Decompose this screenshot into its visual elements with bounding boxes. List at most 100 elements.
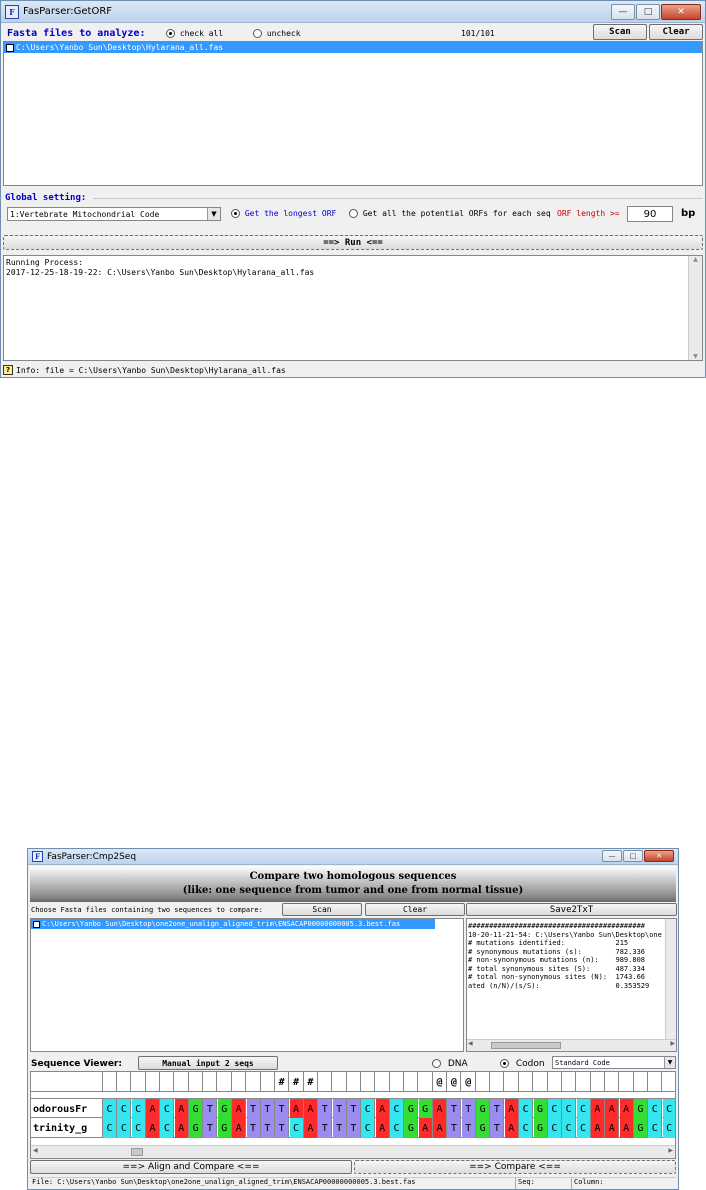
marker-cell[interactable] — [648, 1072, 663, 1092]
seq-row-1[interactable]: odorousFr CCCACAGTGATTTAATTTCACGGATTGTAC… — [31, 1098, 675, 1119]
base-cell[interactable]: C — [562, 1118, 577, 1138]
base-cell[interactable]: A — [303, 1118, 318, 1138]
minimize-icon[interactable]: — — [611, 4, 635, 20]
base-cell[interactable]: C — [390, 1118, 404, 1138]
sequence-grid[interactable]: # # # @ @ @ odorousFr CCCACAGTGATTTAATTTCACGG… — [30, 1071, 676, 1159]
scroll-thumb[interactable] — [491, 1042, 561, 1049]
base-cell[interactable]: C — [547, 1099, 562, 1119]
base-cell[interactable]: A — [433, 1118, 448, 1138]
base-cell[interactable]: T — [461, 1099, 476, 1119]
align-compare-button[interactable]: ==> Align and Compare <== — [30, 1160, 352, 1174]
marker-cell[interactable] — [591, 1072, 605, 1092]
base-cell[interactable]: C — [519, 1099, 534, 1119]
base-cell[interactable]: A — [619, 1118, 634, 1138]
base-cell[interactable]: A — [375, 1099, 390, 1119]
marker-cell[interactable] — [103, 1072, 117, 1092]
base-cell[interactable]: A — [174, 1099, 189, 1119]
marker-cell[interactable] — [318, 1072, 333, 1092]
results-box[interactable]: ########################################… — [466, 918, 677, 1052]
base-cell[interactable]: C — [131, 1099, 146, 1119]
marker-cell[interactable] — [189, 1072, 204, 1092]
base-cell[interactable]: A — [605, 1118, 620, 1138]
scan-button[interactable]: Scan — [593, 24, 647, 40]
base-cell[interactable]: G — [476, 1118, 491, 1138]
marker-cell[interactable]: @ — [447, 1072, 462, 1092]
genetic-code-select[interactable]: 1:Vertebrate Mitochondrial Code ▼ — [7, 207, 221, 221]
title-bar[interactable]: F FasParser:GetORF — □ ✕ — [1, 1, 705, 23]
dna-radio[interactable]: DNA — [432, 1059, 468, 1069]
clear-button[interactable]: Clear — [649, 24, 703, 40]
all-orfs-radio[interactable]: Get all the potential ORFs for each seq — [349, 209, 551, 218]
base-cell[interactable]: C — [160, 1118, 175, 1138]
maximize-icon[interactable]: □ — [636, 4, 660, 20]
base-cell[interactable]: T — [203, 1099, 218, 1119]
base-cell[interactable]: T — [318, 1099, 333, 1119]
base-cell[interactable]: G — [633, 1118, 648, 1138]
marker-cell[interactable] — [247, 1072, 261, 1092]
marker-cell[interactable]: # — [290, 1072, 304, 1092]
base-cell[interactable]: C — [662, 1099, 675, 1119]
base-cell[interactable]: T — [260, 1118, 275, 1138]
base-cell[interactable]: G — [217, 1118, 232, 1138]
base-cell[interactable]: T — [346, 1118, 361, 1138]
base-cell[interactable]: G — [217, 1099, 232, 1119]
base-cell[interactable]: G — [476, 1099, 491, 1119]
scroll-down-icon[interactable]: ▼ — [689, 353, 702, 360]
scroll-left-icon[interactable]: ◀ — [468, 1040, 473, 1047]
marker-cell[interactable] — [117, 1072, 132, 1092]
base-cell[interactable]: A — [146, 1118, 161, 1138]
marker-cell[interactable] — [634, 1072, 648, 1092]
scroll-right-icon[interactable]: ▶ — [668, 1147, 673, 1154]
marker-cell[interactable] — [620, 1072, 634, 1092]
base-cell[interactable]: G — [418, 1099, 433, 1119]
file-list[interactable]: ✓ C:\Users\Yanbo Sun\Desktop\one2one_una… — [30, 918, 464, 1052]
base-cell[interactable]: C — [576, 1099, 591, 1119]
results-hscroll[interactable]: ◀ ▶ — [467, 1039, 676, 1051]
base-cell[interactable]: A — [605, 1099, 620, 1119]
base-cell[interactable]: C — [648, 1099, 663, 1119]
marker-cell[interactable] — [505, 1072, 519, 1092]
base-cell[interactable]: A — [619, 1099, 634, 1119]
base-cell[interactable]: C — [547, 1118, 562, 1138]
base-cell[interactable]: G — [404, 1099, 419, 1119]
chevron-down-icon[interactable]: ▼ — [207, 208, 220, 220]
base-cell[interactable]: T — [346, 1099, 361, 1119]
marker-cell[interactable] — [160, 1072, 175, 1092]
base-cell[interactable]: C — [131, 1118, 146, 1138]
base-cell[interactable]: T — [318, 1118, 333, 1138]
base-cell[interactable]: T — [461, 1118, 476, 1138]
base-cell[interactable]: T — [490, 1099, 505, 1119]
base-cell[interactable]: G — [633, 1099, 648, 1119]
close-icon[interactable]: ✕ — [661, 4, 701, 20]
base-cell[interactable]: C — [103, 1118, 117, 1138]
list-item[interactable]: ✓ C:\Users\Yanbo Sun\Desktop\Hylarana_al… — [4, 42, 702, 53]
base-cell[interactable]: A — [418, 1118, 433, 1138]
run-button[interactable]: ==> Run <== — [3, 235, 703, 250]
manual-input-button[interactable]: Manual input 2 seqs — [138, 1056, 278, 1070]
marker-cell[interactable] — [404, 1072, 419, 1092]
marker-cell[interactable] — [333, 1072, 347, 1092]
marker-cell[interactable] — [519, 1072, 534, 1092]
checkbox-icon[interactable]: ✓ — [33, 920, 40, 928]
base-cell[interactable]: C — [519, 1118, 534, 1138]
base-cell[interactable]: A — [504, 1118, 519, 1138]
marker-cell[interactable] — [390, 1072, 404, 1092]
base-cell[interactable]: G — [189, 1118, 204, 1138]
base-cell[interactable]: A — [289, 1099, 304, 1119]
marker-cell[interactable] — [175, 1072, 189, 1092]
base-cell[interactable]: C — [648, 1118, 663, 1138]
base-cell[interactable]: A — [303, 1099, 318, 1119]
log-box[interactable]: Running Process: 2017-12-25-18-19-22: C:… — [3, 255, 703, 361]
chevron-down-icon[interactable]: ▼ — [664, 1057, 675, 1068]
scroll-right-icon[interactable]: ▶ — [670, 1040, 675, 1047]
longest-orf-radio[interactable]: Get the longest ORF — [231, 209, 336, 218]
marker-cell[interactable]: @ — [462, 1072, 476, 1092]
marker-cell[interactable] — [548, 1072, 562, 1092]
marker-cell[interactable] — [534, 1072, 548, 1092]
clear-button[interactable]: Clear — [365, 903, 465, 916]
results-vscroll[interactable] — [665, 919, 676, 1039]
log-scrollbar[interactable]: ▲ ▼ — [688, 256, 702, 360]
scroll-thumb[interactable] — [131, 1148, 143, 1156]
base-cell[interactable]: A — [590, 1099, 605, 1119]
uncheck-radio[interactable]: uncheck — [253, 29, 301, 38]
